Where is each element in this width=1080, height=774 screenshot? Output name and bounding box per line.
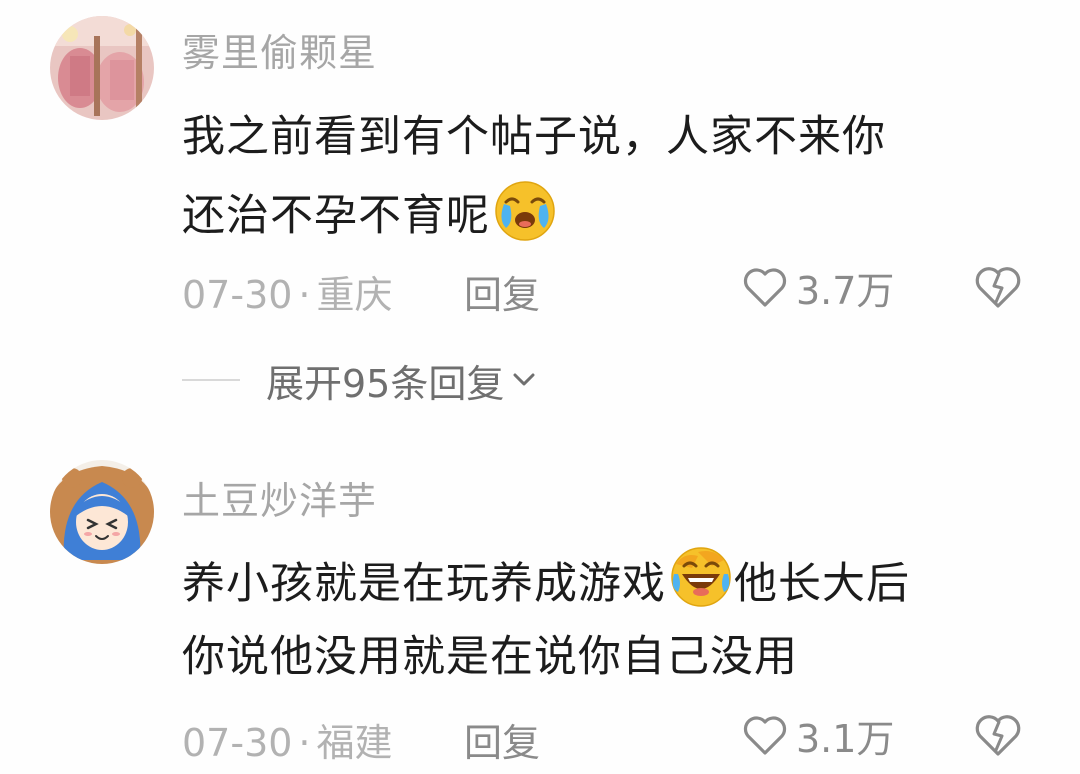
comment-meta: 07-30 · 重庆 [182,264,393,319]
chevron-down-icon [513,373,535,386]
comment-text-line-1-tail: 他长大后 [734,559,910,609]
like-count: 3.1万 [796,716,895,761]
comment-location: 福建 [316,721,393,765]
comment-meta: 07-30 · 福建 [182,712,393,767]
expand-replies-button[interactable]: 展开95条回复 [266,353,538,408]
comment-text-line-1-text: 养小孩就是在玩养成游戏 [182,559,666,609]
dislike-button[interactable] [974,712,1022,760]
comment-text-line-2: 你说他没用就是在说你自己没用 [182,632,798,682]
heart-icon [743,268,787,307]
expand-replies-row: 展开95条回复 [182,352,538,408]
avatar[interactable] [50,16,154,120]
reply-button[interactable]: 回复 [464,712,540,767]
reply-button[interactable]: 回复 [464,264,540,319]
comment-location: 重庆 [316,273,393,317]
comment-date: 07-30 [182,273,293,317]
dislike-button[interactable] [974,264,1022,312]
meta-separator: · [298,273,311,317]
anime-girl-avatar-image [50,460,154,564]
comment-date: 07-30 [182,721,293,765]
meta-separator: · [298,721,311,765]
username[interactable]: 雾里偷颗星 [182,22,377,77]
comment-text-line-2-text: 还治不孕不育呢 [182,191,490,241]
broken-heart-icon [975,267,1021,308]
avatar[interactable] [50,460,154,564]
like-button[interactable]: 3.7万 [742,262,895,313]
comment-text-line-2: 还治不孕不育呢 [182,176,558,243]
expand-replies-label: 展开95条回复 [266,361,505,406]
heart-icon [743,716,787,755]
crying-emoji-icon [495,181,555,241]
pink-items-avatar-image [50,16,154,120]
divider-line [182,379,240,381]
laughing-crying-emoji-icon [671,547,731,607]
like-button[interactable]: 3.1万 [742,710,895,761]
broken-heart-icon [975,715,1021,756]
comment-text-line-1: 养小孩就是在玩养成游戏 他长大后 [182,544,910,611]
username[interactable]: 土豆炒洋芋 [182,470,377,525]
comment-text-line-1: 我之前看到有个帖子说，人家不来你 [182,112,886,162]
like-count: 3.7万 [796,268,895,313]
comment-list: 雾里偷颗星 我之前看到有个帖子说，人家不来你 还治不孕不育呢 07-30 · 重庆 … [0,0,1080,774]
